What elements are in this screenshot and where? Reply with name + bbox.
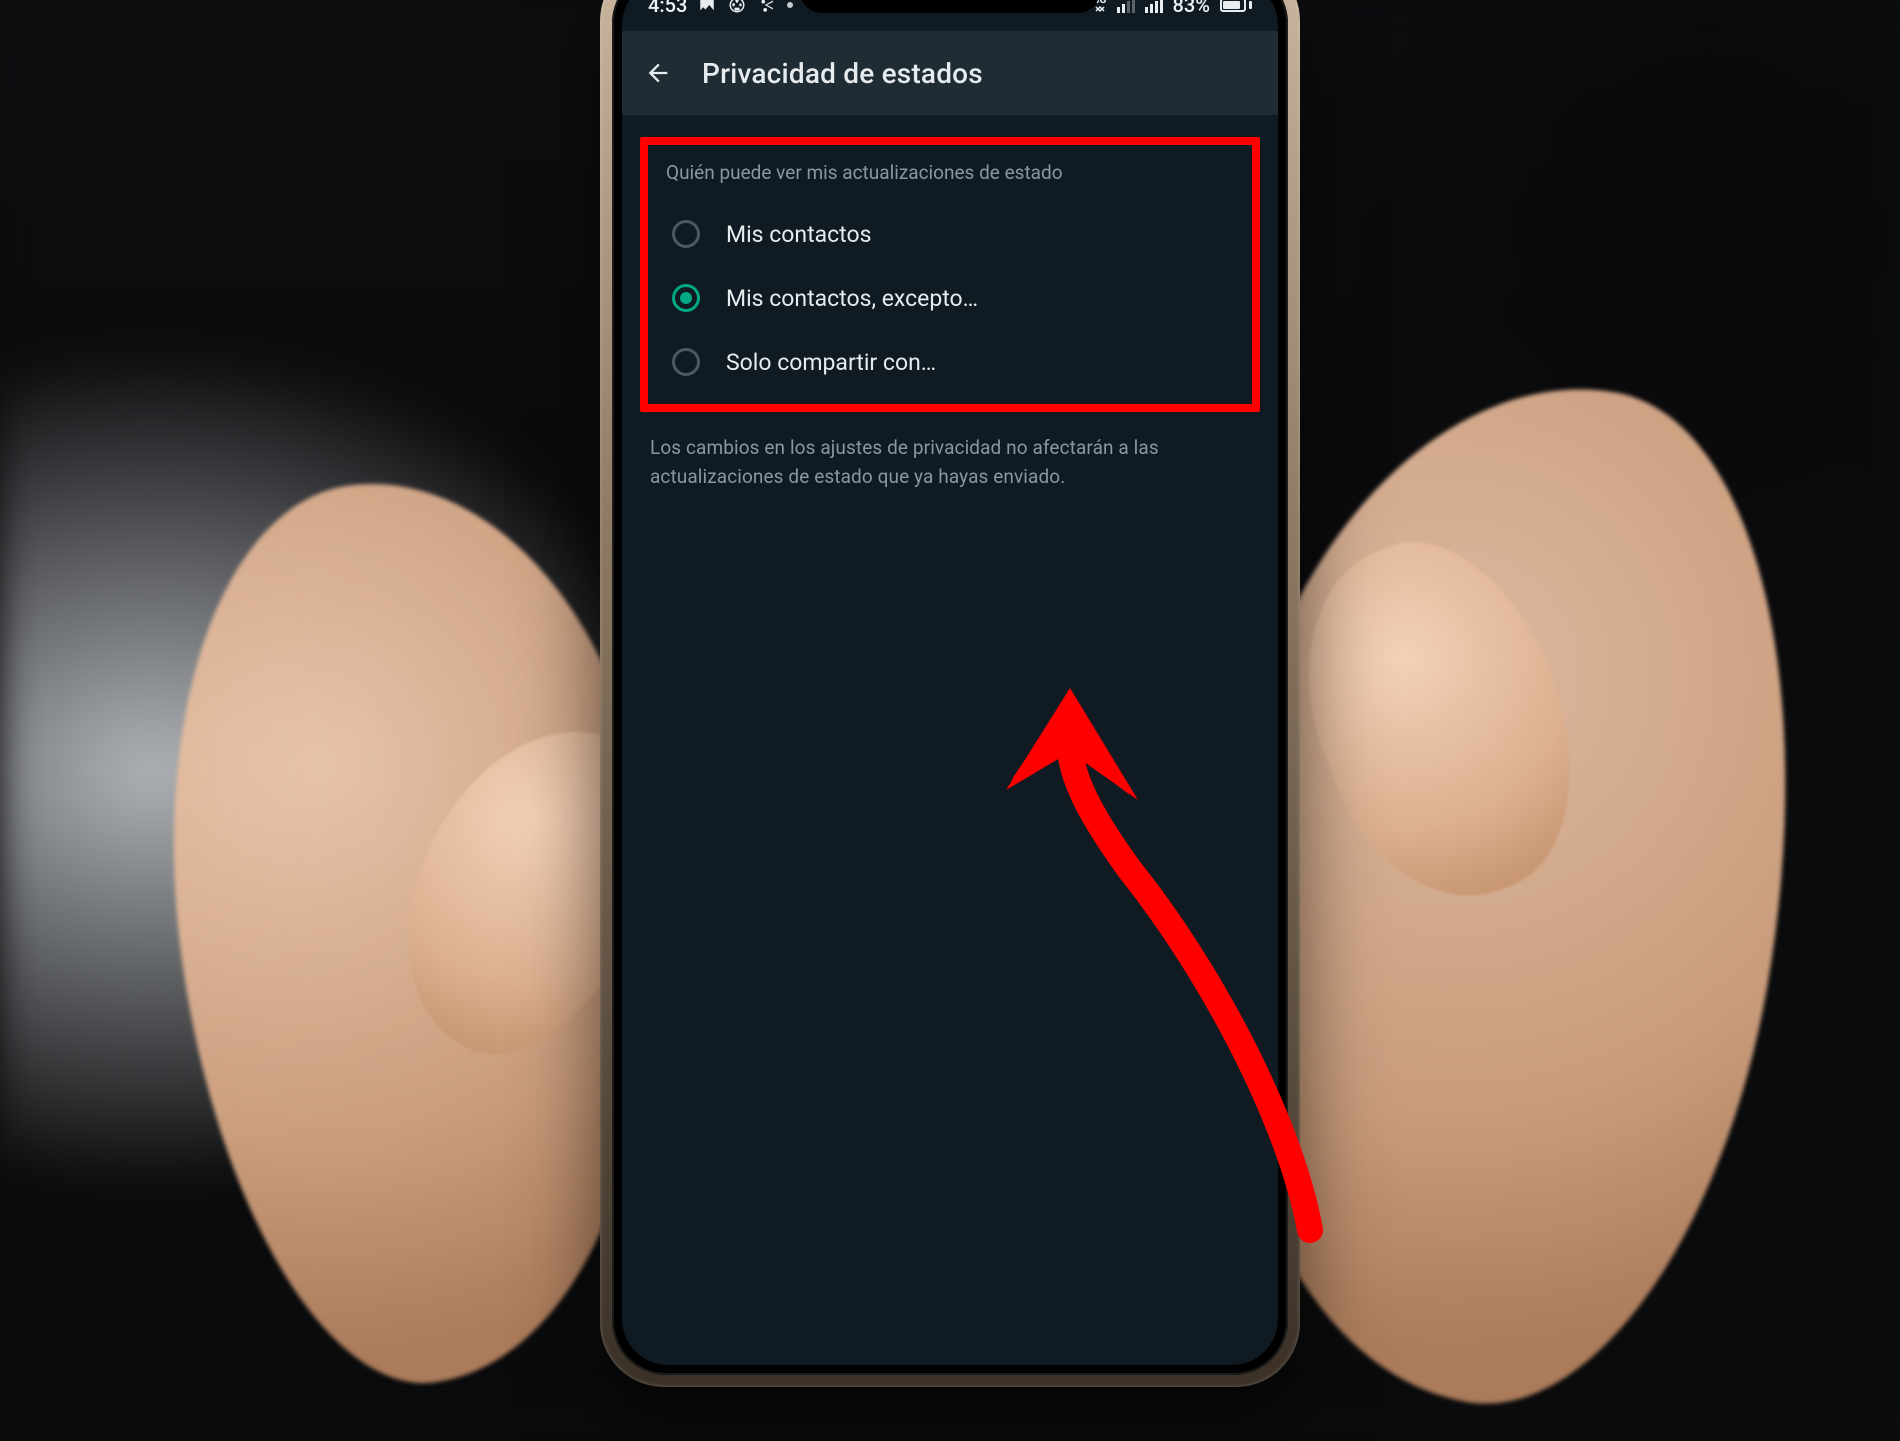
signal-icon	[1145, 0, 1163, 13]
battery-percent: 83%	[1173, 0, 1210, 17]
battery-icon	[1220, 0, 1252, 12]
soccer-icon	[727, 0, 747, 15]
radio-icon	[672, 220, 700, 248]
phone-notch	[800, 0, 1100, 13]
option-label: Mis contactos	[726, 221, 871, 248]
dot-icon	[787, 2, 793, 8]
helper-text: Los cambios en los ajustes de privacidad…	[640, 434, 1260, 491]
phone-screen: 4:53	[622, 0, 1278, 1365]
status-time: 4:53	[648, 0, 687, 17]
signal-weak-icon	[1117, 0, 1135, 13]
arrow-left-icon	[644, 59, 672, 87]
option-my-contacts[interactable]: Mis contactos	[654, 202, 1246, 266]
page-title: Privacidad de estados	[702, 57, 983, 90]
back-button[interactable]	[640, 55, 676, 91]
option-only-share-with[interactable]: Solo compartir con…	[654, 330, 1246, 394]
radio-selected-icon	[672, 284, 700, 312]
annotation-highlight-box: Quién puede ver mis actualizaciones de e…	[640, 137, 1260, 412]
app-bar: Privacidad de estados	[622, 31, 1278, 115]
radio-icon	[672, 348, 700, 376]
status-left-cluster: 4:53	[648, 0, 793, 17]
phone-bezel: 4:53	[612, 0, 1288, 1375]
content-area: Quién puede ver mis actualizaciones de e…	[622, 115, 1278, 513]
phone-frame: 4:53	[600, 0, 1300, 1387]
option-label: Mis contactos, excepto…	[726, 285, 978, 312]
option-label: Solo compartir con…	[726, 349, 936, 376]
scissors-icon	[757, 0, 777, 15]
section-title: Quién puede ver mis actualizaciones de e…	[666, 161, 1236, 184]
image-icon	[697, 0, 717, 15]
option-my-contacts-except[interactable]: Mis contactos, excepto…	[654, 266, 1246, 330]
